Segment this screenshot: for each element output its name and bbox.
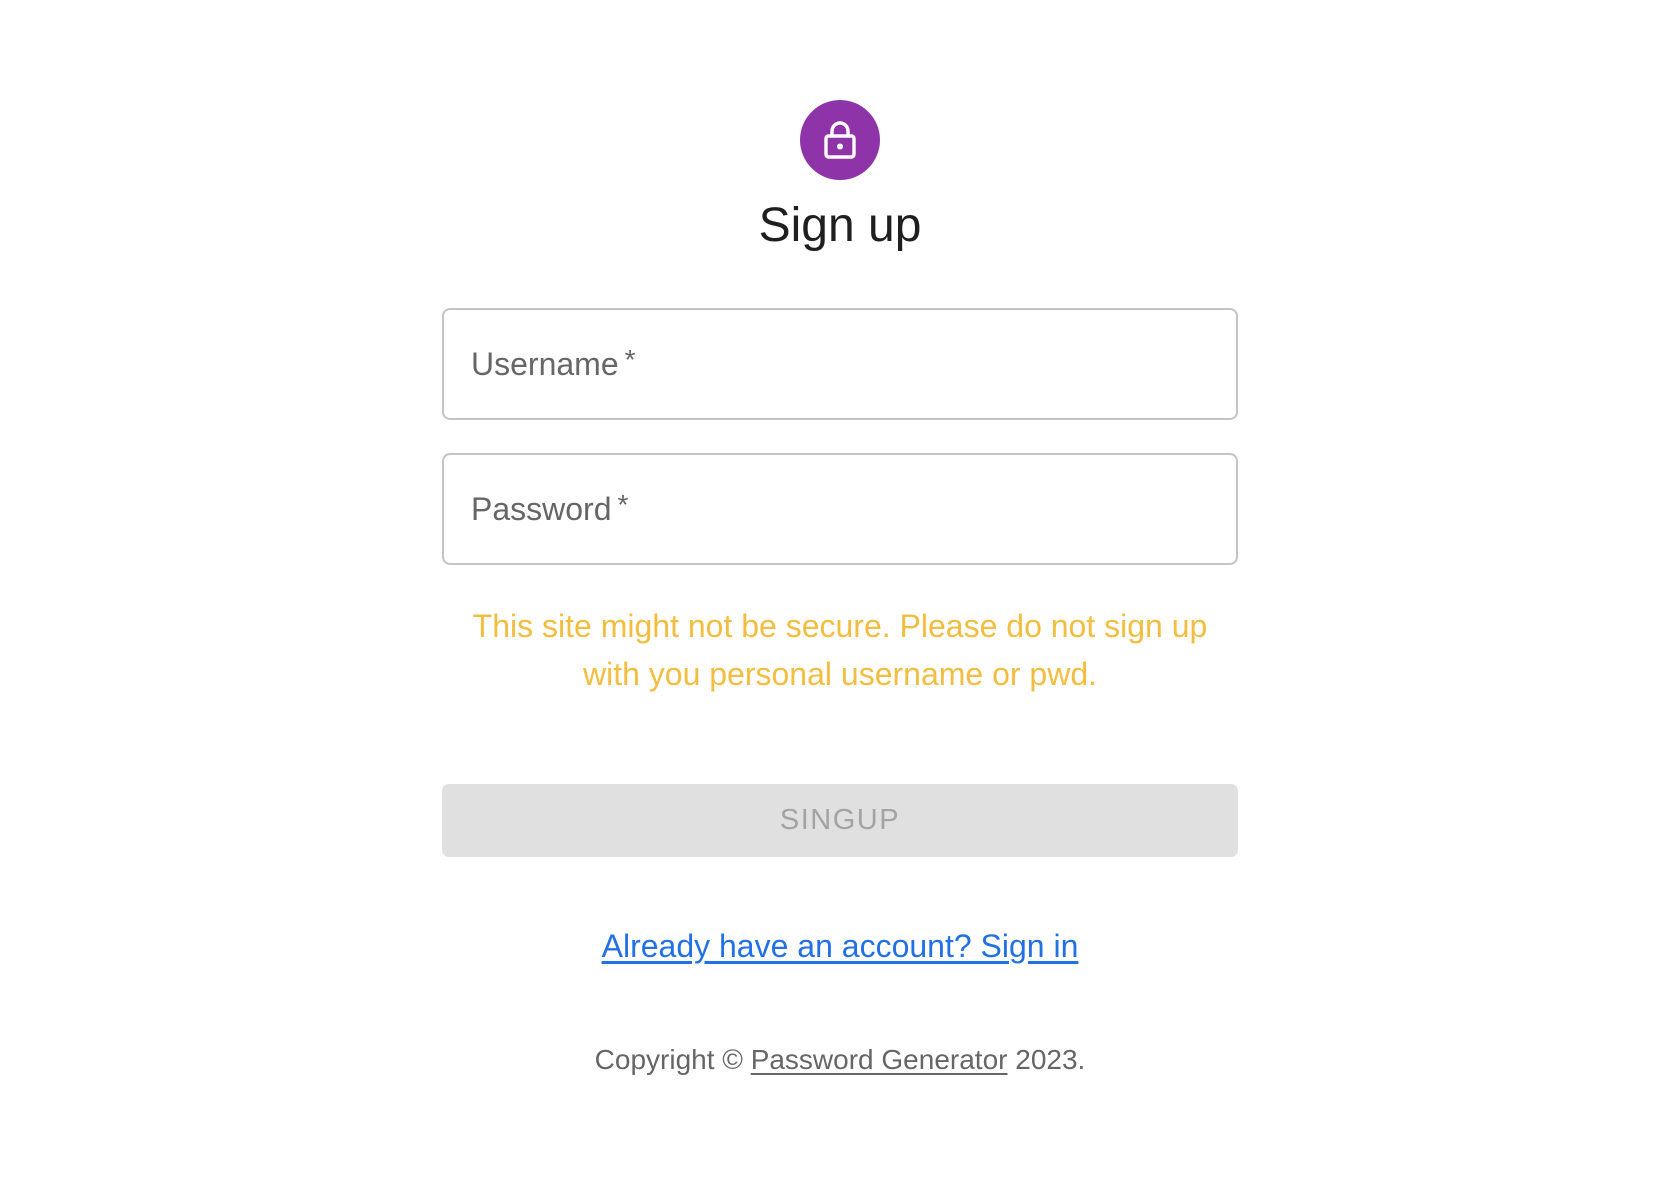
signup-button[interactable]: SINGUP — [442, 784, 1238, 857]
password-field[interactable]: Password * — [442, 453, 1240, 565]
password-input[interactable] — [444, 455, 1240, 565]
avatar — [800, 100, 880, 180]
password-generator-link[interactable]: Password Generator — [751, 1044, 1008, 1075]
copyright-year: 2023. — [1015, 1044, 1086, 1075]
username-input[interactable] — [444, 310, 1240, 420]
lock-icon — [824, 121, 856, 159]
username-field[interactable]: Username * — [442, 308, 1240, 420]
signup-page: Sign up Username * Password * This site … — [0, 0, 1668, 1192]
copyright-footer: Copyright © Password Generator 2023. — [595, 1042, 1086, 1078]
security-warning: This site might not be secure. Please do… — [472, 608, 1208, 692]
signin-link[interactable]: Already have an account? Sign in — [602, 924, 1079, 968]
signup-container: Sign up Username * Password * This site … — [442, 0, 1240, 1078]
page-title: Sign up — [758, 199, 922, 252]
copyright-prefix: Copyright © — [594, 1044, 743, 1075]
